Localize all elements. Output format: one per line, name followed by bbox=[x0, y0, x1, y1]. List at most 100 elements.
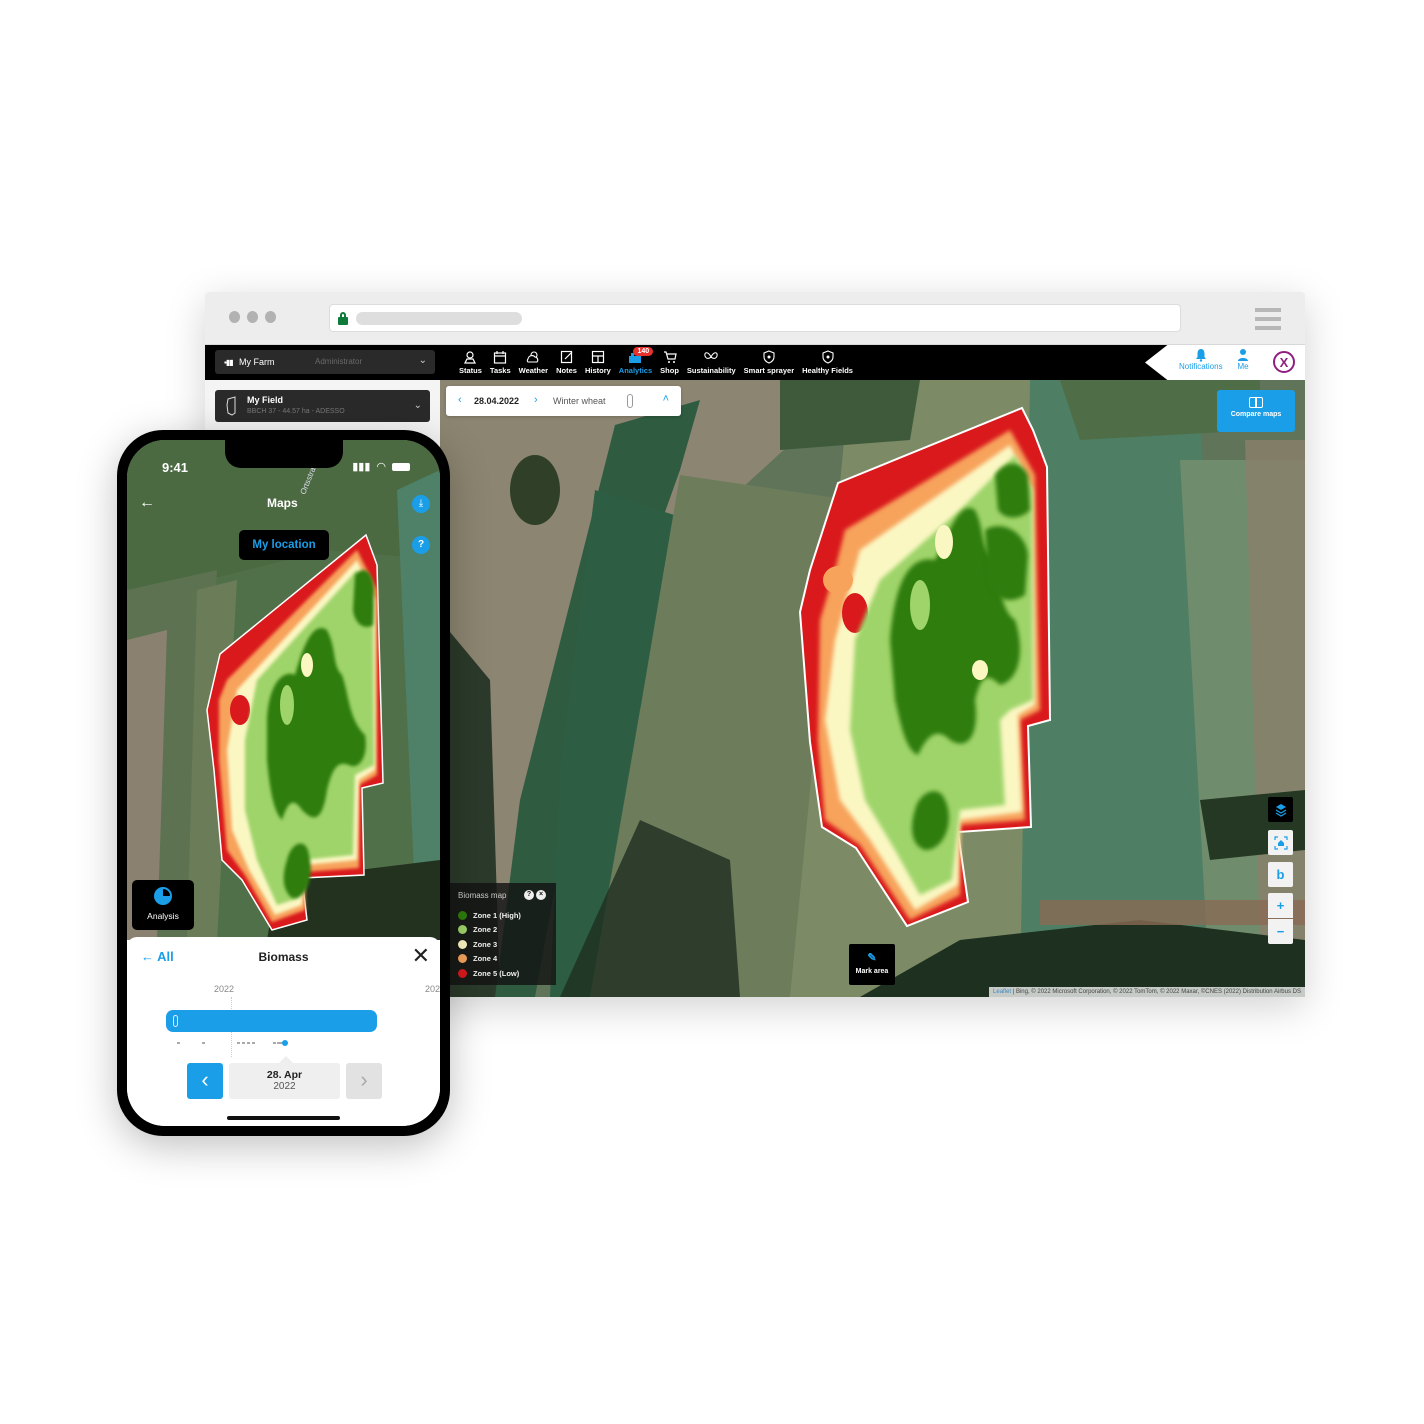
help-icon[interactable]: ? bbox=[524, 890, 534, 900]
close-icon[interactable]: × bbox=[536, 890, 546, 900]
pencil-icon: ✎ bbox=[867, 952, 877, 964]
zoom-in-button[interactable]: + bbox=[1268, 893, 1293, 918]
book-icon bbox=[1249, 397, 1263, 408]
legend-title: Biomass map bbox=[458, 891, 507, 900]
history-icon bbox=[591, 348, 605, 366]
wheat-icon bbox=[627, 394, 633, 408]
farm-role: Administrator bbox=[315, 357, 363, 366]
biomass-sheet: Biomass ← All ✕ 2022 202 ‹ 28. Apr 2022 … bbox=[127, 937, 440, 1126]
me-button[interactable]: Me bbox=[1237, 348, 1249, 371]
nav-weather[interactable]: Weather bbox=[515, 348, 552, 378]
nav-analytics[interactable]: 140 Analytics bbox=[615, 347, 656, 378]
map-attribution: Leaflet | Bing, © 2022 Microsoft Corpora… bbox=[989, 987, 1305, 997]
phone-map[interactable]: Ortsstraße 9:41 ▮▮▮ ◠ ← Maps ⤓ ? My loca… bbox=[127, 440, 440, 940]
legend-item: Zone 4 bbox=[458, 952, 548, 967]
menu-icon[interactable] bbox=[1255, 308, 1281, 330]
satellite-map[interactable]: ‹ 28.04.2022 › Winter wheat ˄ Compare ma… bbox=[440, 380, 1305, 997]
field-name: My Field bbox=[247, 395, 284, 405]
leaflet-link[interactable]: Leaflet bbox=[993, 989, 1011, 995]
timeline-current-point[interactable] bbox=[282, 1040, 288, 1046]
address-bar[interactable] bbox=[329, 304, 1181, 332]
back-arrow-icon[interactable]: ← bbox=[139, 494, 155, 512]
app-navbar: ▪▮▮ My Farm Administrator ⌄ Status Tasks… bbox=[205, 345, 1305, 380]
download-icon[interactable]: ⤓ bbox=[412, 495, 430, 513]
status-time: 9:41 bbox=[162, 460, 189, 475]
help-icon[interactable]: ? bbox=[412, 536, 430, 554]
map-imagery bbox=[440, 380, 1305, 997]
signal-icon: ▮▮▮ bbox=[352, 461, 371, 473]
marketing-composite: ▪▮▮ My Farm Administrator ⌄ Status Tasks… bbox=[0, 0, 1424, 1424]
main-nav: Status Tasks Weather Notes History 140 A… bbox=[455, 347, 857, 378]
chevron-down-icon: ⌄ bbox=[418, 355, 427, 366]
zone-4-swatch bbox=[458, 954, 467, 964]
home-indicator bbox=[227, 1116, 340, 1120]
butterfly-icon bbox=[703, 348, 719, 366]
timeline-ticks[interactable] bbox=[177, 1040, 297, 1046]
farm-selector[interactable]: ▪▮▮ My Farm Administrator ⌄ bbox=[215, 350, 435, 374]
home-view-button[interactable] bbox=[1268, 830, 1293, 855]
sheet-title: Biomass bbox=[258, 950, 309, 964]
legend-item: Zone 2 bbox=[458, 923, 548, 938]
pie-chart-icon bbox=[154, 887, 172, 905]
crop-name: Winter wheat bbox=[553, 396, 606, 406]
chevron-left-icon[interactable]: ‹ bbox=[458, 394, 462, 406]
layers-button[interactable] bbox=[1268, 797, 1293, 822]
zone-2-swatch bbox=[458, 925, 467, 935]
zone-1-swatch bbox=[458, 910, 467, 920]
legend-item: Zone 5 (Low) bbox=[458, 966, 548, 981]
battery-icon bbox=[392, 462, 410, 471]
nav-healthy-fields[interactable]: Healthy Fields bbox=[798, 348, 857, 378]
nav-smart-sprayer[interactable]: Smart sprayer bbox=[740, 348, 798, 378]
previous-date-button[interactable]: ‹ bbox=[187, 1063, 223, 1099]
chevron-right-icon[interactable]: › bbox=[534, 394, 538, 406]
my-location-button[interactable]: My location bbox=[239, 530, 329, 560]
field-selector[interactable]: My Field BBCH 37 - 44.57 ha - ADESSO ⌄ bbox=[215, 390, 430, 422]
legend-item: Zone 1 (High) bbox=[458, 908, 548, 923]
bell-icon bbox=[1195, 349, 1206, 362]
wheat-icon bbox=[173, 1015, 178, 1027]
minus-icon: − bbox=[1276, 924, 1285, 939]
browser-chrome bbox=[205, 292, 1305, 345]
crop-season-bar[interactable] bbox=[166, 1010, 377, 1032]
bing-layer-button[interactable]: b bbox=[1268, 862, 1293, 887]
date-caret bbox=[279, 1056, 293, 1063]
zoom-out-button[interactable]: − bbox=[1268, 919, 1293, 944]
nav-shop[interactable]: Shop bbox=[656, 348, 683, 378]
nav-tasks[interactable]: Tasks bbox=[486, 348, 515, 378]
notifications-button[interactable]: Notifications bbox=[1179, 348, 1223, 371]
brand-logo[interactable]: X bbox=[1273, 351, 1295, 373]
layers-icon bbox=[1275, 803, 1286, 817]
date-selector: ‹ 28.04.2022 › Winter wheat ˄ bbox=[446, 386, 681, 416]
notes-icon bbox=[560, 348, 574, 366]
signal-icon: ▪▮▮ bbox=[224, 358, 234, 367]
phone-device: Ortsstraße 9:41 ▮▮▮ ◠ ← Maps ⤓ ? My loca… bbox=[117, 430, 450, 1136]
shield-icon bbox=[821, 348, 834, 366]
next-date-button[interactable]: › bbox=[346, 1063, 382, 1099]
legend-item: Zone 3 bbox=[458, 937, 548, 952]
status-icons: ▮▮▮ ◠ bbox=[352, 460, 410, 473]
close-icon[interactable]: ✕ bbox=[412, 943, 430, 969]
nav-notes[interactable]: Notes bbox=[552, 348, 581, 378]
phone-screen: Ortsstraße 9:41 ▮▮▮ ◠ ← Maps ⤓ ? My loca… bbox=[127, 440, 440, 1126]
analysis-button[interactable]: Analysis bbox=[132, 880, 194, 930]
field-meta: BBCH 37 - 44.57 ha - ADESSO bbox=[247, 408, 345, 415]
status-icon bbox=[463, 348, 477, 366]
nav-history[interactable]: History bbox=[581, 348, 615, 378]
window-controls[interactable] bbox=[229, 311, 276, 323]
nav-sustainability[interactable]: Sustainability bbox=[683, 348, 740, 378]
wifi-icon: ◠ bbox=[376, 461, 386, 473]
phone-page-title: Maps bbox=[267, 496, 298, 510]
nav-status[interactable]: Status bbox=[455, 348, 486, 378]
user-icon bbox=[1238, 349, 1248, 361]
analytics-badge: 140 bbox=[633, 347, 654, 356]
compare-maps-button[interactable]: Compare maps bbox=[1217, 390, 1295, 432]
chevron-up-icon[interactable]: ˄ bbox=[663, 393, 669, 405]
back-to-all-link[interactable]: ← All bbox=[141, 949, 174, 964]
mark-area-button[interactable]: ✎ Mark area bbox=[849, 944, 895, 985]
bing-icon: b bbox=[1276, 867, 1285, 882]
weather-icon bbox=[525, 348, 541, 366]
calendar-icon bbox=[493, 348, 507, 366]
phone-notch bbox=[225, 440, 343, 468]
home-focus-icon bbox=[1273, 835, 1288, 850]
user-zone: Notifications Me X bbox=[1145, 345, 1305, 380]
